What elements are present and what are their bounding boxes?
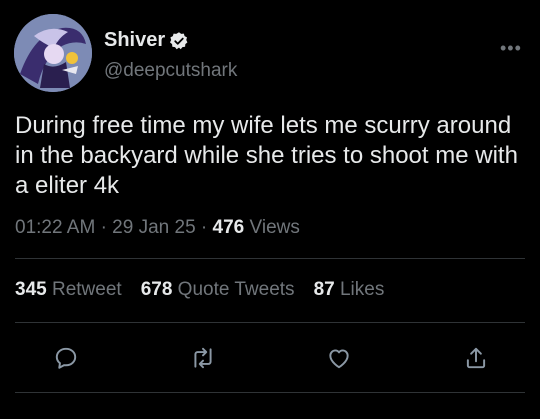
tweet-time[interactable]: 01:22 AM <box>15 217 95 238</box>
author-name-row[interactable]: Shiver <box>104 29 189 52</box>
likes-label: Likes <box>339 279 385 300</box>
retweets-label: Retweet <box>51 279 122 300</box>
share-icon <box>466 347 486 369</box>
quotes-count: 678 <box>140 279 173 300</box>
reply-button[interactable] <box>48 340 84 376</box>
share-button[interactable] <box>458 340 494 376</box>
tweet-stats: 345 Retweet 678 Quote Tweets 87 Likes <box>15 279 384 301</box>
likes-stat[interactable]: 87 Likes <box>314 279 385 301</box>
views-label: Views <box>249 217 300 238</box>
like-button[interactable] <box>321 340 357 376</box>
author-handle[interactable]: @deepcutshark <box>104 60 237 82</box>
like-icon <box>329 349 349 369</box>
retweets-count: 345 <box>15 279 47 300</box>
retweet-icon <box>194 347 212 369</box>
retweets-stat[interactable]: 345 Retweet <box>15 279 122 301</box>
avatar[interactable] <box>14 14 92 92</box>
meta-separator: · <box>100 217 107 238</box>
divider <box>15 392 525 393</box>
tweet-text: During free time my wife lets me scurry … <box>15 112 518 199</box>
likes-count: 87 <box>313 279 335 300</box>
divider <box>15 258 525 259</box>
divider <box>15 322 525 323</box>
retweet-button[interactable] <box>185 340 221 376</box>
verified-badge-icon <box>170 31 188 49</box>
tweet-meta: 01:22 AM · 29 Jan 25 · 476 Views <box>15 217 300 239</box>
more-icon[interactable]: ••• <box>500 38 522 59</box>
reply-icon <box>55 347 77 369</box>
quotes-stat[interactable]: 678 Quote Tweets <box>141 279 295 301</box>
views-count: 476 <box>212 217 245 238</box>
tweet-actions <box>0 340 540 376</box>
tweet-date[interactable]: 29 Jan 25 <box>112 217 195 238</box>
quotes-label: Quote Tweets <box>177 279 295 300</box>
avatar-image <box>14 14 92 92</box>
author-name[interactable]: Shiver <box>104 29 165 52</box>
meta-separator: · <box>200 217 208 238</box>
